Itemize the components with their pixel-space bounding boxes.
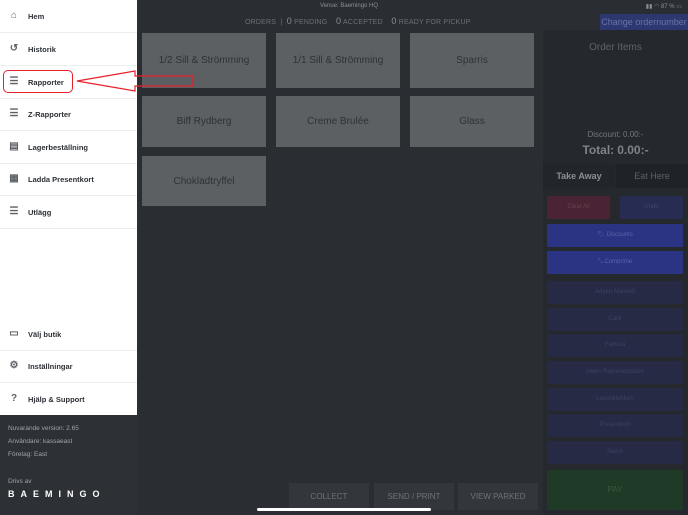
- annotation-arrow: [76, 70, 194, 92]
